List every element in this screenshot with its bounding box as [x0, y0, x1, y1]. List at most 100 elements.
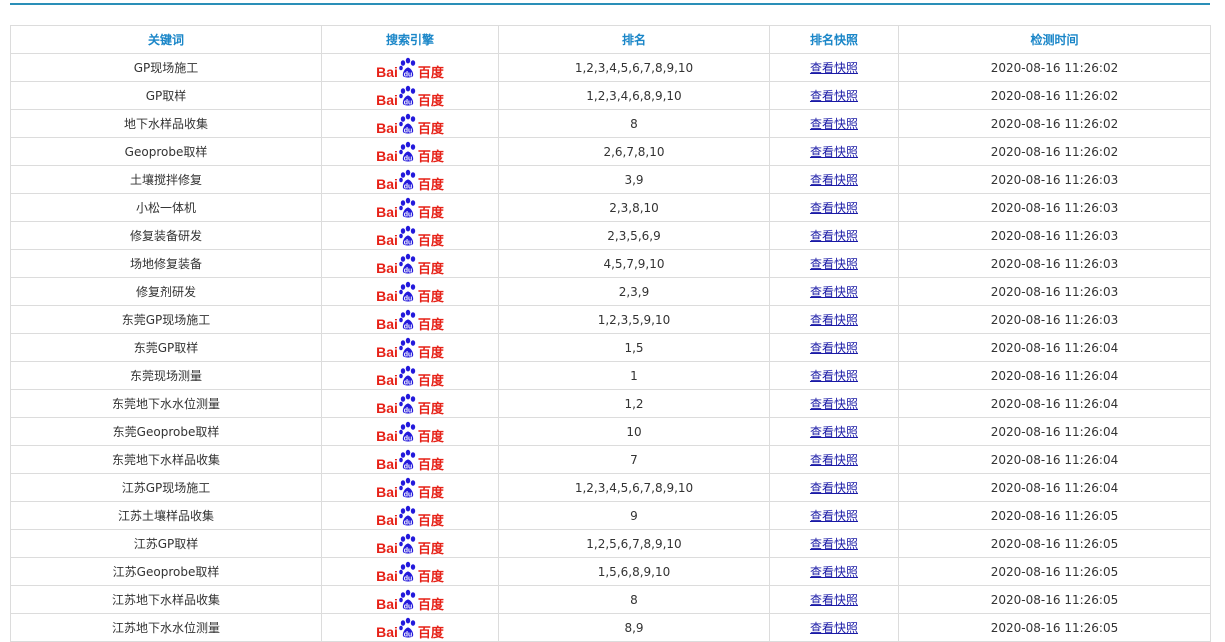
rank-text: 2,3,9: [618, 284, 650, 299]
snapshot-cell: 查看快照: [769, 53, 899, 82]
baidu-logo: Bai du 百度: [376, 449, 444, 471]
baidu-logo-latin: Bai: [376, 623, 398, 640]
baidu-paw-icon: du: [399, 561, 416, 582]
rank-cell: 1,2,3,4,5,6,7,8,9,10: [498, 473, 770, 502]
view-snapshot-link[interactable]: 查看快照: [810, 453, 858, 467]
baidu-logo-cn: 百度: [417, 92, 444, 108]
check-time-text: 2020-08-16 11:26:05: [990, 592, 1119, 607]
baidu-logo: Bai du 百度: [376, 617, 444, 639]
rank-cell: 1,2,3,4,6,8,9,10: [498, 81, 770, 110]
view-snapshot-link[interactable]: 查看快照: [810, 285, 858, 299]
baidu-paw-icon: du: [399, 141, 416, 162]
view-snapshot-link[interactable]: 查看快照: [810, 621, 858, 635]
svg-text:du: du: [404, 323, 413, 330]
rank-text: 2,3,8,10: [609, 200, 659, 215]
baidu-logo: Bai du 百度: [376, 85, 444, 107]
keyword-cell: 土壤搅拌修复: [10, 165, 322, 194]
keyword-cell: 江苏GP现场施工: [10, 473, 322, 502]
view-snapshot-link[interactable]: 查看快照: [810, 369, 858, 383]
check-time-cell: 2020-08-16 11:26:02: [898, 53, 1211, 82]
view-snapshot-link[interactable]: 查看快照: [810, 201, 858, 215]
baidu-paw-icon: du: [399, 57, 416, 78]
view-snapshot-link[interactable]: 查看快照: [810, 537, 858, 551]
search-engine-cell: Bai du 百度: [321, 529, 499, 558]
view-snapshot-link[interactable]: 查看快照: [810, 89, 858, 103]
svg-text:du: du: [404, 71, 413, 78]
table-row: 东莞Geoprobe取样 Bai du 百度 10 查看快照 2020-08-1…: [10, 417, 1211, 446]
search-engine-cell: Bai du 百度: [321, 53, 499, 82]
snapshot-cell: 查看快照: [769, 305, 899, 334]
rank-text: 8: [630, 116, 638, 131]
baidu-logo: Bai du 百度: [376, 281, 444, 303]
baidu-logo-latin: Bai: [376, 315, 398, 332]
rank-text: 9: [630, 508, 638, 523]
view-snapshot-link[interactable]: 查看快照: [810, 481, 858, 495]
keyword-text: 江苏地下水样品收集: [111, 593, 220, 607]
view-snapshot-link[interactable]: 查看快照: [810, 61, 858, 75]
rank-cell: 1,2,3,4,5,6,7,8,9,10: [498, 53, 770, 82]
check-time-text: 2020-08-16 11:26:03: [990, 172, 1119, 187]
svg-text:du: du: [404, 99, 413, 106]
check-time-cell: 2020-08-16 11:26:05: [898, 557, 1211, 586]
view-snapshot-link[interactable]: 查看快照: [810, 341, 858, 355]
keyword-cell: 修复剂研发: [10, 277, 322, 306]
check-time-cell: 2020-08-16 11:26:03: [898, 249, 1211, 278]
rank-cell: 1,2,5,6,7,8,9,10: [498, 529, 770, 558]
rank-cell: 8,9: [498, 613, 770, 642]
keyword-text: Geoprobe取样: [124, 145, 208, 159]
view-snapshot-link[interactable]: 查看快照: [810, 509, 858, 523]
rank-cell: 8: [498, 585, 770, 614]
snapshot-cell: 查看快照: [769, 445, 899, 474]
view-snapshot-link[interactable]: 查看快照: [810, 313, 858, 327]
check-time-cell: 2020-08-16 11:26:05: [898, 501, 1211, 530]
ranking-table: 关键词 搜索引擎 排名 排名快照 检测时间 GP现场施工 Bai du 百度 1…: [10, 25, 1211, 642]
keyword-cell: GP取样: [10, 81, 322, 110]
check-time-text: 2020-08-16 11:26:04: [990, 452, 1119, 467]
table-row: 江苏GP取样 Bai du 百度 1,2,5,6,7,8,9,10 查看快照 2…: [10, 529, 1211, 558]
view-snapshot-link[interactable]: 查看快照: [810, 397, 858, 411]
baidu-logo-cn: 百度: [417, 288, 444, 304]
rank-cell: 1,5: [498, 333, 770, 362]
check-time-cell: 2020-08-16 11:26:04: [898, 417, 1211, 446]
check-time-cell: 2020-08-16 11:26:04: [898, 333, 1211, 362]
search-engine-cell: Bai du 百度: [321, 613, 499, 642]
baidu-paw-icon: du: [399, 253, 416, 274]
view-snapshot-link[interactable]: 查看快照: [810, 229, 858, 243]
rank-cell: 9: [498, 501, 770, 530]
keyword-cell: Geoprobe取样: [10, 137, 322, 166]
snapshot-cell: 查看快照: [769, 361, 899, 390]
snapshot-cell: 查看快照: [769, 249, 899, 278]
view-snapshot-link[interactable]: 查看快照: [810, 173, 858, 187]
baidu-logo: Bai du 百度: [376, 561, 444, 583]
check-time-text: 2020-08-16 11:26:02: [990, 88, 1119, 103]
baidu-logo-latin: Bai: [376, 483, 398, 500]
rank-text: 1,2,3,5,9,10: [597, 312, 671, 327]
view-snapshot-link[interactable]: 查看快照: [810, 257, 858, 271]
view-snapshot-link[interactable]: 查看快照: [810, 565, 858, 579]
baidu-logo-cn: 百度: [417, 316, 444, 332]
table-row: 土壤搅拌修复 Bai du 百度 3,9 查看快照 2020-08-16 11:…: [10, 165, 1211, 194]
check-time-cell: 2020-08-16 11:26:02: [898, 137, 1211, 166]
check-time-text: 2020-08-16 11:26:03: [990, 228, 1119, 243]
rank-cell: 2,6,7,8,10: [498, 137, 770, 166]
view-snapshot-link[interactable]: 查看快照: [810, 593, 858, 607]
keyword-text: 修复剂研发: [135, 285, 196, 299]
rank-text: 1,2: [624, 396, 644, 411]
view-snapshot-link[interactable]: 查看快照: [810, 145, 858, 159]
view-snapshot-link[interactable]: 查看快照: [810, 425, 858, 439]
baidu-logo-latin: Bai: [376, 259, 398, 276]
header-keyword: 关键词: [10, 25, 322, 54]
keyword-text: 江苏Geoprobe取样: [112, 565, 220, 579]
baidu-logo-latin: Bai: [376, 231, 398, 248]
keyword-text: 东莞地下水样品收集: [111, 453, 220, 467]
table-row: 东莞GP取样 Bai du 百度 1,5 查看快照 2020-08-16 11:…: [10, 333, 1211, 362]
check-time-text: 2020-08-16 11:26:05: [990, 620, 1119, 635]
table-header-row: 关键词 搜索引擎 排名 排名快照 检测时间: [10, 25, 1211, 54]
baidu-logo: Bai du 百度: [376, 337, 444, 359]
rank-cell: 10: [498, 417, 770, 446]
view-snapshot-link[interactable]: 查看快照: [810, 117, 858, 131]
snapshot-cell: 查看快照: [769, 221, 899, 250]
svg-text:du: du: [404, 463, 413, 470]
table-row: 东莞现场测量 Bai du 百度 1 查看快照 2020-08-16 11:26…: [10, 361, 1211, 390]
baidu-logo-cn: 百度: [417, 260, 444, 276]
